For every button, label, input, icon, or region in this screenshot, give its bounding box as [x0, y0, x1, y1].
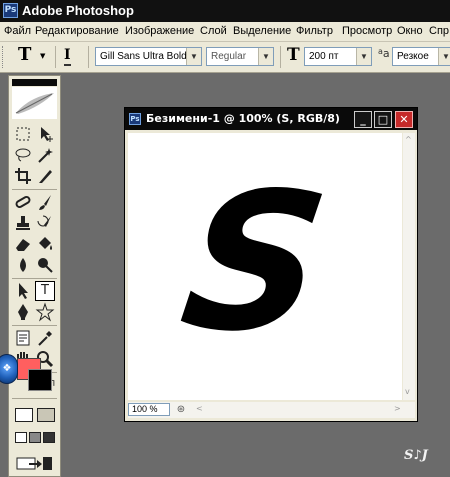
lasso-icon[interactable] [13, 145, 33, 165]
toolbox-palette: T ↰ [8, 75, 61, 477]
windows-orb-icon[interactable]: ❖ [0, 354, 18, 384]
divider [12, 325, 57, 326]
document-title-bar[interactable]: Ps Безимени-1 @ 100% (S, RGB/8) _ □ ✕ [125, 108, 417, 130]
menu-image[interactable]: Изображение [125, 25, 194, 37]
font-size-select[interactable]: 200 пт ▼ [304, 47, 372, 66]
move-icon[interactable] [35, 124, 55, 144]
menu-edit[interactable]: Редактирование [35, 25, 119, 37]
divider [55, 46, 56, 68]
photoshop-icon: Ps [3, 3, 18, 18]
maximize-button[interactable]: □ [374, 111, 392, 128]
quick-mask-button[interactable] [37, 408, 55, 422]
document-title: Безимени-1 @ 100% (S, RGB/8) [146, 112, 340, 125]
menu-view[interactable]: Просмотр [342, 25, 392, 37]
zoom-field[interactable]: 100 % [128, 403, 170, 416]
divider [12, 189, 57, 190]
font-family-value: Gill Sans Ultra Bold [100, 51, 187, 62]
chevron-down-icon: ▼ [186, 48, 201, 65]
menu-layer[interactable]: Слой [200, 25, 227, 37]
chevron-down-icon: ▼ [258, 48, 273, 65]
chevron-down-icon: ▼ [438, 48, 450, 65]
eraser-icon[interactable] [13, 234, 33, 254]
scroll-up-icon[interactable]: ^ [405, 135, 412, 144]
slice-icon[interactable] [35, 166, 55, 186]
font-family-select[interactable]: Gill Sans Ultra Bold ▼ [95, 47, 202, 66]
menu-file[interactable]: Файл [4, 25, 31, 37]
menu-window[interactable]: Окно [397, 25, 423, 37]
scroll-left-icon[interactable]: < [196, 404, 203, 413]
crop-icon[interactable] [13, 166, 33, 186]
brush-icon[interactable] [35, 192, 55, 212]
standard-mode-button[interactable] [15, 408, 33, 422]
divider [280, 46, 281, 68]
photoshop-doc-icon: Ps [129, 113, 141, 125]
divider [12, 278, 57, 279]
app-title-bar: Ps Adobe Photoshop [0, 0, 450, 22]
divider [12, 398, 57, 399]
font-size-icon: T [287, 45, 300, 65]
minimize-button[interactable]: _ [354, 111, 372, 128]
background-color-swatch[interactable] [28, 369, 52, 391]
blur-icon[interactable] [13, 255, 33, 275]
type-icon[interactable]: T [35, 281, 55, 301]
watermark-signature: S♪J [404, 448, 428, 463]
clone-stamp-icon[interactable] [13, 213, 33, 233]
menu-help[interactable]: Спр [429, 25, 449, 37]
screen-mode-full-button[interactable] [43, 432, 55, 443]
pen-icon[interactable] [13, 302, 33, 322]
close-button[interactable]: ✕ [395, 111, 413, 128]
eyedropper-icon[interactable] [35, 328, 55, 348]
menu-select[interactable]: Выделение [233, 25, 291, 37]
canvas-text-layer[interactable]: S [171, 152, 339, 373]
text-orientation-icon[interactable]: I [64, 47, 71, 66]
chevron-down-icon: ▼ [356, 48, 371, 65]
scroll-down-icon[interactable]: v [405, 387, 410, 396]
imageready-jump-button[interactable] [15, 454, 55, 472]
document-canvas[interactable]: S [128, 133, 402, 400]
font-style-value: Regular [211, 51, 247, 62]
screen-mode-full-menu-button[interactable] [29, 432, 41, 443]
healing-brush-icon[interactable] [13, 192, 33, 212]
type-tool-preset-icon[interactable]: T [18, 44, 31, 65]
font-style-select[interactable]: Regular ▼ [206, 47, 274, 66]
antialias-icon: aa [378, 47, 390, 60]
paint-bucket-icon[interactable] [35, 234, 55, 254]
notes-icon[interactable] [13, 328, 33, 348]
document-window: Ps Безимени-1 @ 100% (S, RGB/8) _ □ ✕ S … [124, 107, 418, 422]
marquee-icon[interactable] [13, 124, 33, 144]
dodge-icon[interactable] [35, 255, 55, 275]
screen-mode-standard-button[interactable] [15, 432, 27, 443]
divider [88, 46, 89, 68]
scroll-right-icon[interactable]: > [394, 404, 401, 413]
options-bar: T ▼ I Gill Sans Ultra Bold ▼ Regular ▼ T… [0, 42, 450, 73]
app-title: Adobe Photoshop [22, 3, 134, 18]
antialias-value: Резкое [397, 51, 429, 62]
vertical-scrollbar[interactable]: ^ v [403, 133, 415, 400]
options-grip[interactable] [2, 46, 6, 68]
toolbox-header[interactable] [12, 79, 57, 86]
magic-wand-icon[interactable] [35, 145, 55, 165]
preset-dropdown-arrow-icon[interactable]: ▼ [40, 52, 45, 60]
font-size-value: 200 пт [309, 51, 339, 62]
menu-bar: Файл Редактирование Изображение Слой Выд… [0, 22, 450, 42]
custom-shape-icon[interactable] [35, 302, 55, 322]
menu-filter[interactable]: Фильтр [296, 25, 333, 37]
history-brush-icon[interactable] [35, 213, 55, 233]
feather-logo[interactable] [12, 87, 57, 119]
path-selection-icon[interactable] [13, 281, 33, 301]
status-menu-icon[interactable]: ⊛ [175, 403, 187, 416]
antialias-select[interactable]: Резкое ▼ [392, 47, 450, 66]
status-scroll-area: 100 % ⊛ < > [128, 402, 415, 418]
